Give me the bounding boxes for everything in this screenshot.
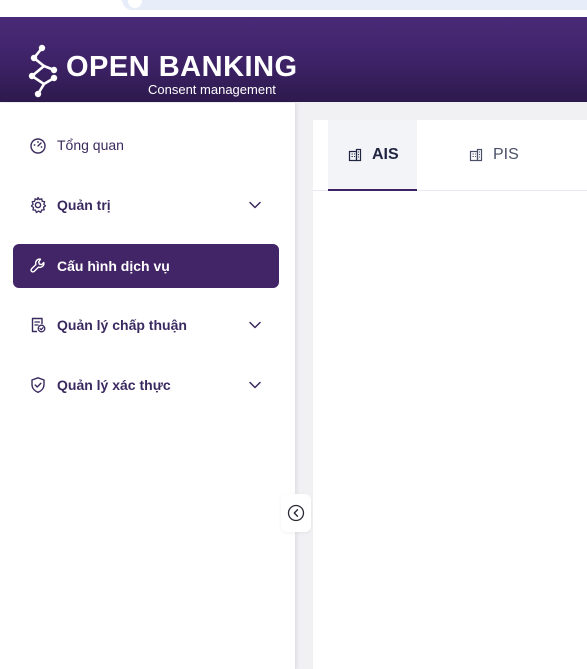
brand-title: OPEN BANKING — [66, 51, 298, 83]
sidebar-item-authentication-management[interactable]: Quản lý xác thực — [13, 363, 279, 407]
tab-label: PIS — [493, 146, 519, 163]
sidebar-item-label: Quản lý chấp thuận — [57, 317, 187, 333]
sidebar-item-administration[interactable]: Quản trị — [13, 183, 279, 227]
building-icon — [348, 148, 362, 162]
open-banking-logo — [28, 44, 58, 98]
sidebar-item-label: Tổng quan — [57, 137, 124, 153]
dashboard-gauge-icon — [30, 138, 46, 154]
chevron-left-circle-icon — [287, 504, 305, 522]
browser-address-strip — [0, 0, 587, 17]
gear-icon — [30, 196, 47, 214]
tab-bar: AIS PIS — [313, 120, 587, 191]
sidebar-item-label: Quản lý xác thực — [57, 377, 171, 393]
main-content: AIS PIS — [313, 120, 587, 669]
sidebar-item-label: Quản trị — [57, 197, 111, 213]
address-bar[interactable] — [122, 0, 587, 10]
chevron-down-icon[interactable] — [247, 317, 263, 333]
brand-subtitle: Consent management — [148, 82, 276, 97]
sidebar-item-consent-management[interactable]: Quản lý chấp thuận — [13, 303, 279, 347]
tab-panel — [313, 192, 587, 669]
shield-check-icon — [31, 377, 45, 393]
document-check-icon — [31, 317, 46, 333]
chevron-down-icon[interactable] — [247, 197, 263, 213]
chevron-down-icon[interactable] — [247, 377, 263, 393]
tab-label: AIS — [372, 146, 399, 163]
tab-ais[interactable]: AIS — [328, 120, 417, 191]
wrench-icon — [30, 258, 45, 273]
sidebar-item-label: Cấu hình dịch vụ — [57, 258, 170, 274]
sidebar: Tổng quan Quản trị Cấu hình dịch vụ Quản… — [0, 103, 296, 669]
sidebar-collapse-button[interactable] — [281, 494, 311, 532]
sidebar-item-service-configuration[interactable]: Cấu hình dịch vụ — [13, 244, 279, 288]
sidebar-item-overview[interactable]: Tổng quan — [13, 123, 279, 167]
tab-pis[interactable]: PIS — [449, 120, 549, 191]
building-icon — [469, 148, 483, 162]
app-header: OPEN BANKING Consent management — [0, 17, 587, 102]
